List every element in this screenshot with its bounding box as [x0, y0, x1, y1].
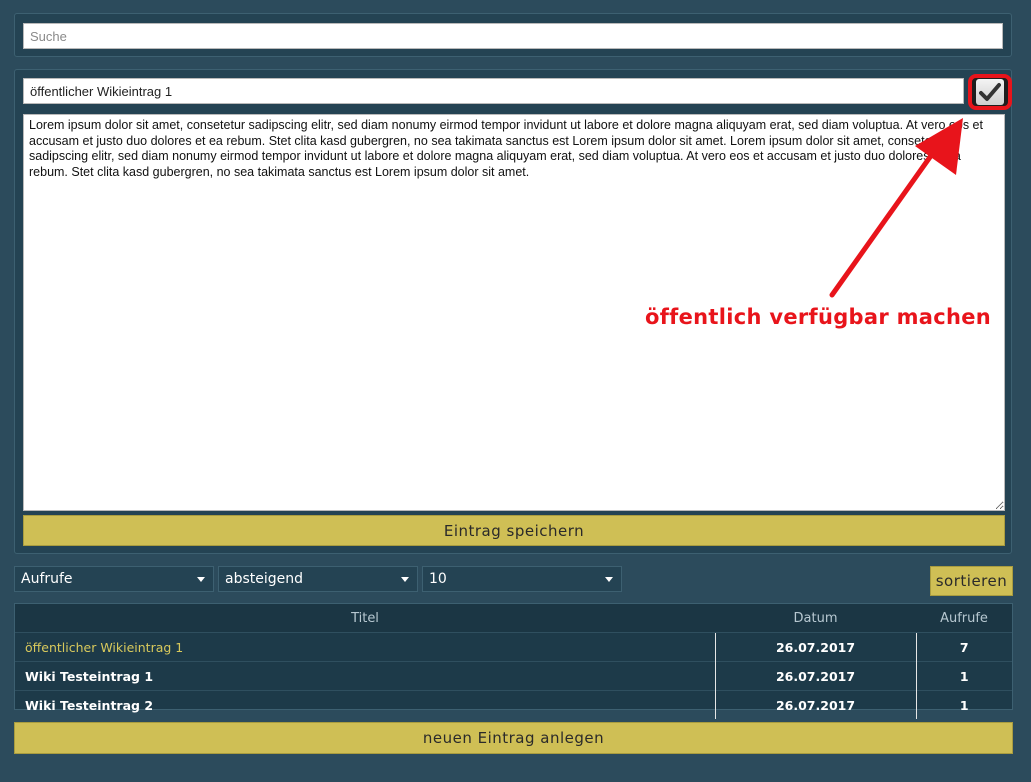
search-input[interactable] — [23, 23, 1003, 49]
page-size-select[interactable]: 10 — [422, 566, 622, 592]
table-row[interactable]: Wiki Testeintrag 2 26.07.2017 1 — [15, 690, 1012, 719]
sort-field-value: Aufrufe — [21, 571, 73, 587]
chevron-down-icon — [605, 577, 613, 582]
sort-order-select[interactable]: absteigend — [218, 566, 418, 592]
public-checkbox[interactable] — [976, 79, 1004, 105]
column-header-title[interactable]: Titel — [15, 604, 715, 633]
entries-table: Titel Datum Aufrufe öffentlicher Wikiein… — [15, 604, 1012, 719]
row-date: 26.07.2017 — [714, 661, 916, 691]
chevron-down-icon — [401, 577, 409, 582]
checkmark-icon — [979, 83, 1001, 101]
column-header-views[interactable]: Aufrufe — [916, 604, 1012, 633]
save-entry-button[interactable]: Eintrag speichern — [23, 515, 1005, 546]
row-title[interactable]: Wiki Testeintrag 1 — [15, 661, 715, 691]
public-checkbox-highlight[interactable] — [968, 74, 1012, 110]
table-header-row: Titel Datum Aufrufe — [15, 604, 1012, 633]
chevron-down-icon — [197, 577, 205, 582]
row-views: 1 — [915, 661, 1012, 691]
annotation-label: öffentlich verfügbar machen — [645, 305, 992, 329]
column-header-date[interactable]: Datum — [715, 604, 916, 633]
sort-field-select[interactable]: Aufrufe — [14, 566, 214, 592]
entries-table-panel: Titel Datum Aufrufe öffentlicher Wikiein… — [14, 603, 1013, 719]
sort-order-value: absteigend — [225, 571, 304, 587]
sort-button[interactable]: sortieren — [930, 566, 1013, 596]
row-title[interactable]: Wiki Testeintrag 2 — [15, 690, 715, 719]
row-views: 1 — [915, 690, 1012, 719]
row-views: 7 — [915, 632, 1012, 662]
entry-title-input[interactable] — [23, 78, 964, 104]
new-entry-button[interactable]: neuen Eintrag anlegen — [14, 722, 1013, 754]
row-title[interactable]: öffentlicher Wikieintrag 1 — [15, 632, 715, 662]
page-size-value: 10 — [429, 571, 447, 587]
row-date: 26.07.2017 — [714, 690, 916, 719]
search-panel — [14, 13, 1012, 57]
table-row[interactable]: Wiki Testeintrag 1 26.07.2017 1 — [15, 661, 1012, 691]
table-row[interactable]: öffentlicher Wikieintrag 1 26.07.2017 7 — [15, 632, 1012, 662]
row-date: 26.07.2017 — [714, 632, 916, 662]
